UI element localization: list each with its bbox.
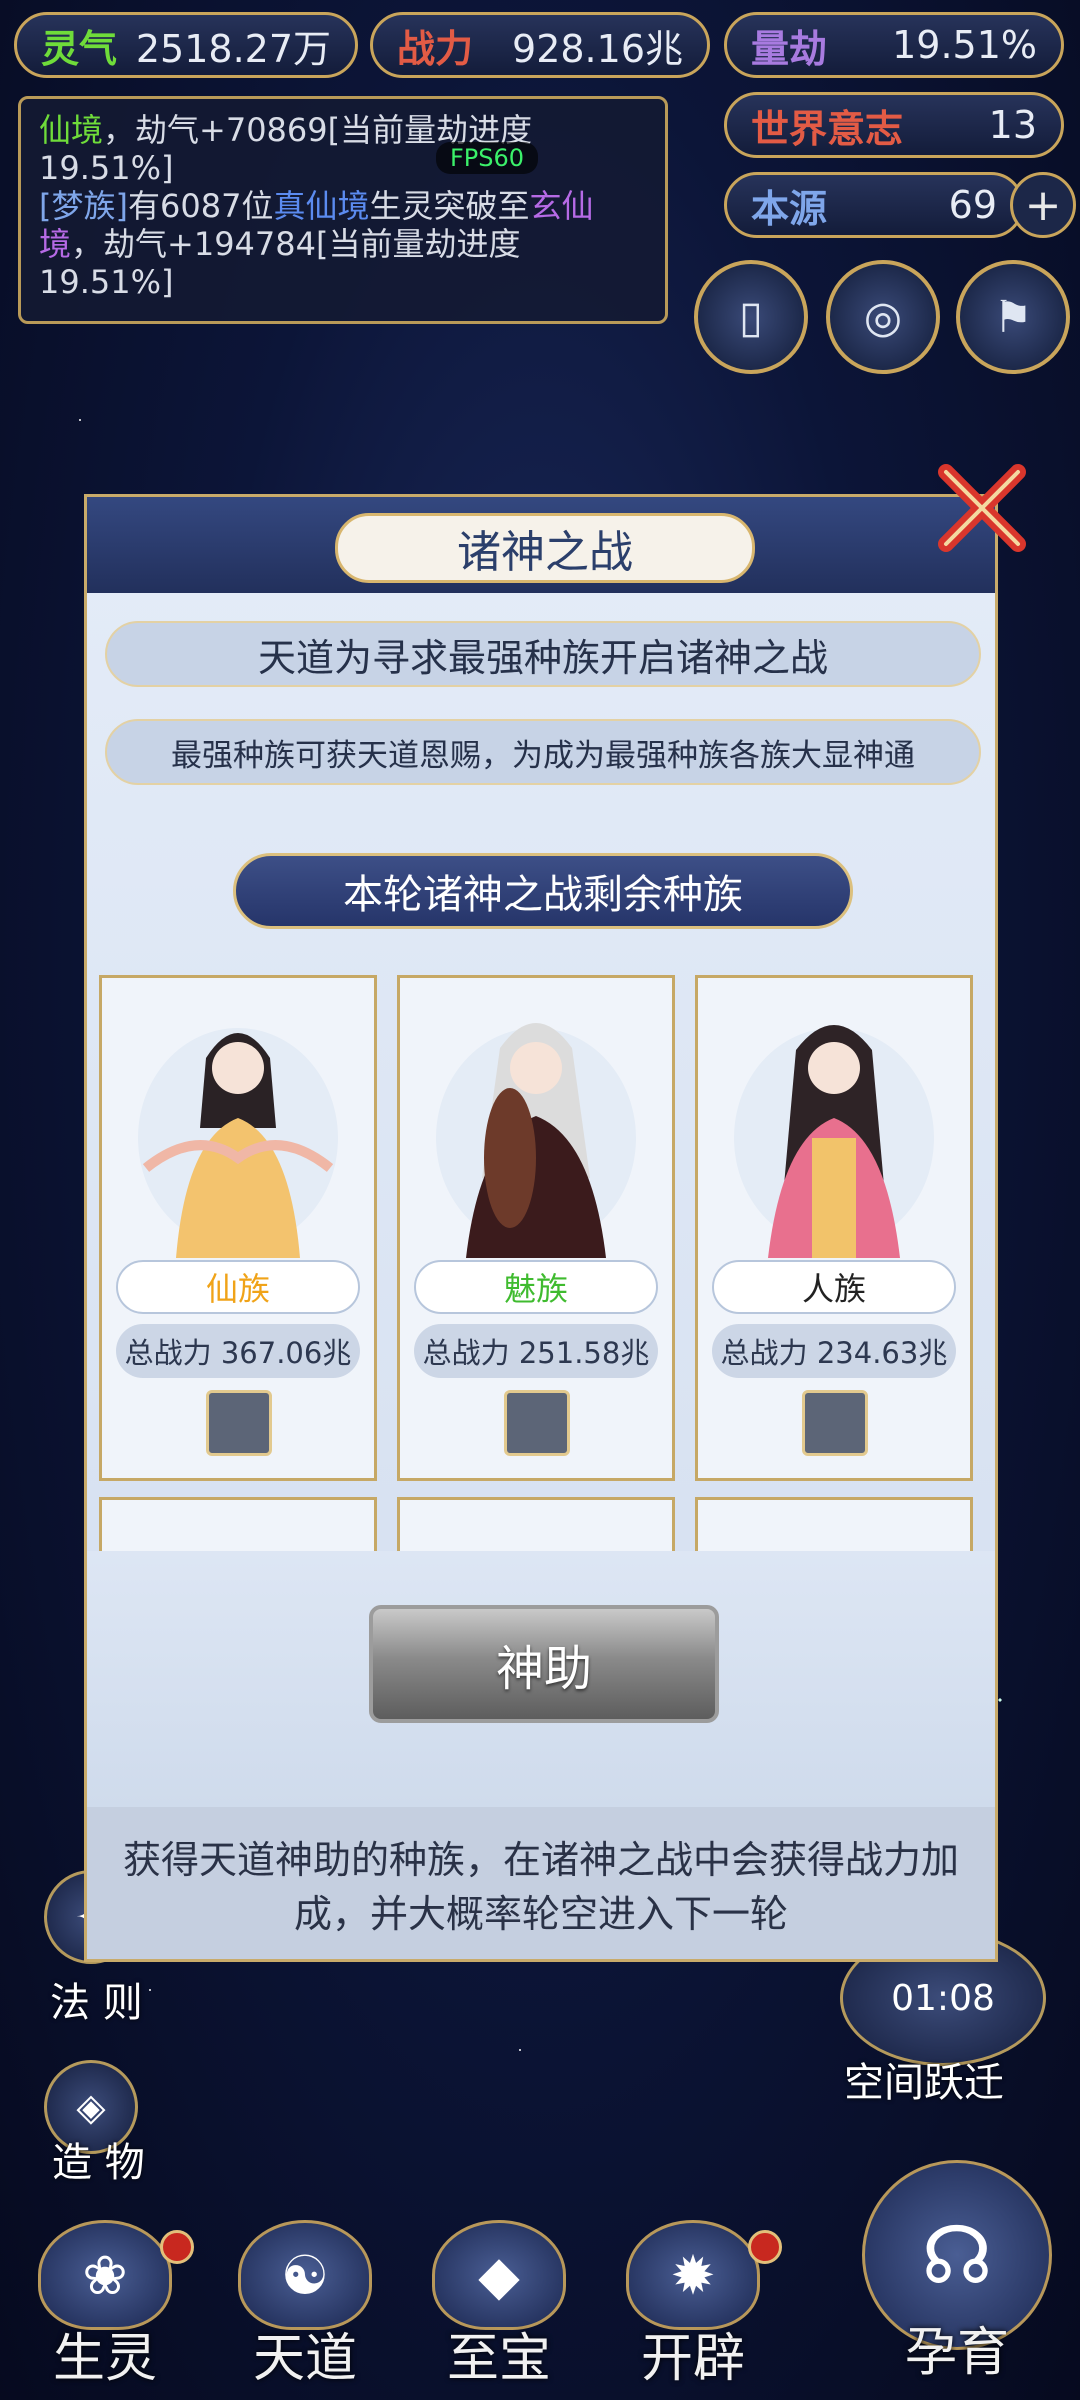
- select-checkbox[interactable]: [206, 1390, 272, 1456]
- stat-label: 战力: [397, 25, 474, 71]
- character-portrait: [734, 1025, 934, 1258]
- stat-world-will[interactable]: 世界意志 13: [724, 92, 1064, 158]
- notification-dot: [748, 2230, 782, 2264]
- select-checkbox[interactable]: [504, 1390, 570, 1456]
- stat-value: 928.16兆: [512, 26, 683, 71]
- creation-label: 造 物: [52, 2140, 145, 2186]
- vortex-icon: ◎: [863, 291, 903, 343]
- stat-label: 世界意志: [751, 105, 904, 151]
- race-card-partial[interactable]: [99, 1497, 377, 1557]
- log-text: ，劫气+194784[当前量劫进度19.51%]: [39, 225, 521, 301]
- total-power: 总战力 367.06兆: [116, 1324, 360, 1378]
- race-card-xian[interactable]: 仙族 总战力 367.06兆: [99, 975, 377, 1481]
- log-line-1: 仙境，劫气+70869[当前量劫进度19.51%]: [39, 111, 647, 187]
- race-name-text: 魅族: [503, 1270, 568, 1308]
- flag-icon: ⚑: [993, 291, 1033, 343]
- divine-help-button[interactable]: 神助: [369, 1605, 719, 1723]
- help-description: 获得天道神助的种族，在诸神之战中会获得战力加成，并大概率轮空进入下一轮: [87, 1807, 995, 1959]
- notification-dot: [160, 2230, 194, 2264]
- log-text: 有6087位: [127, 187, 274, 225]
- stat-value: 19.51%: [892, 23, 1037, 67]
- event-log: 仙境，劫气+70869[当前量劫进度19.51%] [梦族]有6087位真仙境生…: [18, 96, 668, 324]
- stat-label: 本源: [751, 185, 828, 231]
- log-line-2: [梦族]有6087位真仙境生灵突破至玄仙境，劫气+194784[当前量劫进度19…: [39, 187, 647, 301]
- stat-value: 69: [948, 183, 997, 227]
- creation-icon: ◈: [76, 2085, 106, 2129]
- log-text: 生灵突破至: [369, 187, 530, 225]
- remaining-races-banner: 本轮诸神之战剩余种族: [233, 853, 853, 929]
- nav-sheng-ling[interactable]: ❀ 生灵: [20, 2220, 194, 2389]
- log-realm: 仙境: [39, 111, 104, 149]
- nav-label: 生灵: [52, 2329, 157, 2389]
- stat-label: 量劫: [751, 25, 828, 71]
- scroll-icon: ▯: [738, 291, 764, 343]
- nav-yun-yu[interactable]: ☊ 孕育: [852, 2160, 1062, 2383]
- stat-lingqi[interactable]: 灵气 2518.27万: [14, 12, 358, 78]
- nav-tian-dao[interactable]: ☯ 天道: [220, 2220, 390, 2389]
- character-portrait: [138, 1028, 338, 1258]
- total-power: 总战力 251.58兆: [414, 1324, 658, 1378]
- nav-label: 天道: [252, 2329, 357, 2389]
- nav-label: 开辟: [640, 2329, 745, 2389]
- race-card-partial[interactable]: [397, 1497, 675, 1557]
- nav-label: 至宝: [446, 2329, 551, 2389]
- log-race: [梦族]: [39, 187, 128, 225]
- dialog-title: 诸神之战: [335, 513, 755, 583]
- scroll-button[interactable]: ▯: [694, 260, 808, 374]
- swirl-icon: ☯: [238, 2220, 372, 2330]
- intro-text: 天道为寻求最强种族开启诸神之战: [105, 621, 981, 687]
- nav-zhi-bao[interactable]: ◆ 至宝: [414, 2220, 584, 2389]
- law-label: 法 则: [50, 1980, 143, 2026]
- race-name-text: 仙族: [205, 1270, 270, 1308]
- nav-label: 孕育: [904, 2323, 1009, 2383]
- total-power: 总战力 234.63兆: [712, 1324, 956, 1378]
- race-name: 仙族: [116, 1260, 360, 1314]
- vortex-button[interactable]: ◎: [826, 260, 940, 374]
- timer: 01:08: [891, 1977, 995, 2019]
- character-portrait: [436, 1023, 636, 1258]
- flag-button[interactable]: ⚑: [956, 260, 1070, 374]
- race-card-mei[interactable]: 魅族 总战力 251.58兆: [397, 975, 675, 1481]
- race-card-partial[interactable]: [695, 1497, 973, 1557]
- race-name: 人族: [712, 1260, 956, 1314]
- stat-value: 13: [988, 103, 1037, 147]
- treasure-icon: ◆: [432, 2220, 566, 2330]
- close-icon[interactable]: [932, 458, 1032, 558]
- battle-of-gods-dialog: 诸神之战 天道为寻求最强种族开启诸神之战 最强种族可获天道恩赐，为成为最强种族各…: [84, 494, 998, 1962]
- select-checkbox[interactable]: [802, 1390, 868, 1456]
- add-origin-button[interactable]: +: [1010, 172, 1076, 238]
- stat-label: 灵气: [41, 25, 118, 71]
- stat-value: 2518.27万: [135, 26, 331, 71]
- lotus-icon: ❀: [38, 2220, 172, 2330]
- log-realm: 真仙境: [273, 187, 370, 225]
- race-card-ren[interactable]: 人族 总战力 234.63兆: [695, 975, 973, 1481]
- stat-origin[interactable]: 本源 69: [724, 172, 1024, 238]
- stat-liangjie[interactable]: 量劫 19.51%: [724, 12, 1064, 78]
- fps-counter: FPS60: [436, 142, 539, 174]
- subtitle-text: 最强种族可获天道恩赐，为成为最强种族各族大显神通: [105, 719, 981, 785]
- race-name-text: 人族: [801, 1270, 866, 1308]
- flame-icon: ✹: [626, 2220, 760, 2330]
- race-name: 魅族: [414, 1260, 658, 1314]
- space-jump-label: 空间跃迁: [844, 2060, 1004, 2106]
- stat-zhanli[interactable]: 战力 928.16兆: [370, 12, 710, 78]
- nav-kai-pi[interactable]: ✹ 开辟: [608, 2220, 782, 2389]
